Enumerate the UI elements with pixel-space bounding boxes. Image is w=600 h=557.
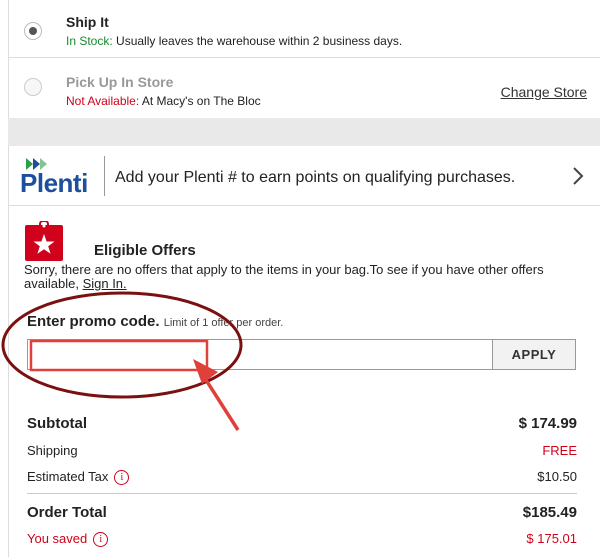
change-store-link[interactable]: Change Store — [501, 84, 587, 100]
not-available-status: Not Available: — [66, 94, 140, 108]
promo-code-input[interactable] — [27, 339, 493, 370]
plenti-banner[interactable]: Plenti Add your Plenti # to earn points … — [8, 146, 600, 206]
ship-it-detail: Usually leaves the warehouse within 2 bu… — [116, 34, 403, 48]
in-stock-status: In Stock: — [66, 34, 113, 48]
tax-value: $10.50 — [537, 469, 577, 484]
pickup-title: Pick Up In Store — [66, 74, 174, 90]
subtotal-label: Subtotal — [27, 415, 87, 432]
you-saved-label: You saved — [27, 531, 88, 546]
saved-info-icon[interactable]: i — [93, 532, 109, 548]
shipping-value: FREE — [542, 443, 577, 458]
total-divider — [27, 493, 577, 494]
pickup-option[interactable]: Pick Up In Store Not Available: At Macy'… — [8, 58, 600, 118]
pickup-detail: At Macy's on The Bloc — [141, 94, 261, 108]
you-saved-label-wrap: You saved i — [27, 531, 109, 548]
eligible-offers-title: Eligible Offers — [94, 242, 196, 259]
ship-it-radio[interactable] — [24, 22, 42, 40]
order-total-label: Order Total — [27, 504, 107, 521]
chevron-right-icon[interactable] — [570, 166, 586, 186]
plenti-logo: Plenti — [20, 158, 98, 198]
tax-label-wrap: Estimated Tax i — [27, 469, 130, 486]
ship-it-title: Ship It — [66, 14, 109, 30]
promo-label-text: Enter promo code. — [27, 313, 160, 330]
promo-limit-text: Limit of 1 offer per order. — [163, 317, 284, 329]
ship-it-subtext: In Stock: Usually leaves the warehouse w… — [66, 34, 402, 48]
apply-button[interactable]: APPLY — [492, 339, 576, 370]
ship-it-option[interactable]: Ship It In Stock: Usually leaves the war… — [8, 0, 600, 58]
sign-in-link[interactable]: Sign In. — [83, 276, 127, 291]
plenti-divider — [104, 156, 105, 196]
plenti-message: Add your Plenti # to earn points on qual… — [115, 169, 516, 186]
you-saved-value: $ 175.01 — [526, 531, 577, 546]
offers-message: Sorry, there are no offers that apply to… — [24, 263, 584, 291]
pickup-subtext: Not Available: At Macy's on The Bloc — [66, 94, 261, 108]
tax-info-icon[interactable]: i — [114, 470, 130, 486]
plenti-wordmark: Plenti — [20, 168, 88, 198]
offers-tag-icon — [25, 221, 63, 261]
promo-label: Enter promo code. Limit of 1 offer per o… — [27, 313, 283, 330]
tax-label: Estimated Tax — [27, 469, 109, 484]
order-total-value: $185.49 — [522, 504, 577, 521]
section-divider — [8, 118, 600, 146]
shipping-label: Shipping — [27, 443, 78, 458]
subtotal-value: $ 174.99 — [518, 415, 577, 432]
pickup-radio[interactable] — [24, 78, 42, 96]
